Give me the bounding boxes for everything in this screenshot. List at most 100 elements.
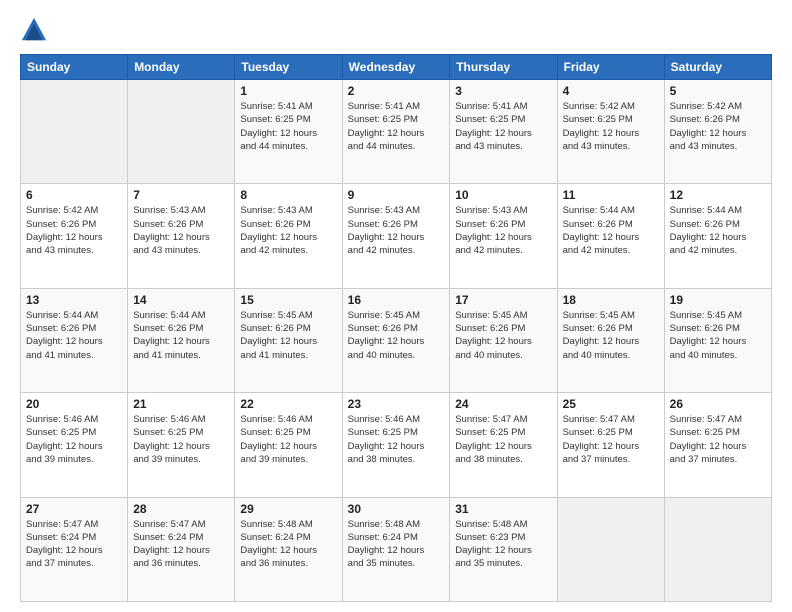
calendar-cell: 22 Sunrise: 5:46 AM Sunset: 6:25 PM Dayli… <box>235 393 342 497</box>
day-number: 18 <box>563 293 659 307</box>
day-number: 16 <box>348 293 445 307</box>
day-number: 20 <box>26 397 122 411</box>
day-info: Sunrise: 5:44 AM Sunset: 6:26 PM Dayligh… <box>670 204 766 257</box>
day-number: 28 <box>133 502 229 516</box>
calendar-cell: 11 Sunrise: 5:44 AM Sunset: 6:26 PM Dayli… <box>557 184 664 288</box>
day-info: Sunrise: 5:44 AM Sunset: 6:26 PM Dayligh… <box>26 309 122 362</box>
weekday-header-row: SundayMondayTuesdayWednesdayThursdayFrid… <box>21 55 772 80</box>
day-info: Sunrise: 5:47 AM Sunset: 6:24 PM Dayligh… <box>133 518 229 571</box>
calendar: SundayMondayTuesdayWednesdayThursdayFrid… <box>20 54 772 602</box>
calendar-cell: 27Sunrise: 5:47 AM Sunset: 6:24 PM Dayli… <box>21 497 128 601</box>
calendar-week-row: 27Sunrise: 5:47 AM Sunset: 6:24 PM Dayli… <box>21 497 772 601</box>
calendar-cell: 19 Sunrise: 5:45 AM Sunset: 6:26 PM Dayli… <box>664 288 771 392</box>
day-number: 25 <box>563 397 659 411</box>
day-number: 5 <box>670 84 766 98</box>
calendar-cell: 6 Sunrise: 5:42 AM Sunset: 6:26 PM Daylig… <box>21 184 128 288</box>
day-number: 15 <box>240 293 336 307</box>
calendar-cell: 23Sunrise: 5:46 AM Sunset: 6:25 PM Dayli… <box>342 393 450 497</box>
day-number: 1 <box>240 84 336 98</box>
day-number: 6 <box>26 188 122 202</box>
calendar-cell: 25 Sunrise: 5:47 AM Sunset: 6:25 PM Dayli… <box>557 393 664 497</box>
calendar-cell: 16Sunrise: 5:45 AM Sunset: 6:26 PM Dayli… <box>342 288 450 392</box>
calendar-cell: 28 Sunrise: 5:47 AM Sunset: 6:24 PM Dayli… <box>128 497 235 601</box>
calendar-cell: 3Sunrise: 5:41 AM Sunset: 6:25 PM Daylig… <box>450 80 557 184</box>
weekday-header-cell: Saturday <box>664 55 771 80</box>
calendar-week-row: 6 Sunrise: 5:42 AM Sunset: 6:26 PM Daylig… <box>21 184 772 288</box>
day-info: Sunrise: 5:43 AM Sunset: 6:26 PM Dayligh… <box>240 204 336 257</box>
day-number: 3 <box>455 84 551 98</box>
weekday-header-cell: Tuesday <box>235 55 342 80</box>
day-info: Sunrise: 5:41 AM Sunset: 6:25 PM Dayligh… <box>348 100 445 153</box>
day-info: Sunrise: 5:48 AM Sunset: 6:24 PM Dayligh… <box>348 518 445 571</box>
day-info: Sunrise: 5:48 AM Sunset: 6:24 PM Dayligh… <box>240 518 336 571</box>
calendar-cell: 8Sunrise: 5:43 AM Sunset: 6:26 PM Daylig… <box>235 184 342 288</box>
day-info: Sunrise: 5:46 AM Sunset: 6:25 PM Dayligh… <box>348 413 445 466</box>
day-number: 22 <box>240 397 336 411</box>
calendar-cell: 10Sunrise: 5:43 AM Sunset: 6:26 PM Dayli… <box>450 184 557 288</box>
day-info: Sunrise: 5:46 AM Sunset: 6:25 PM Dayligh… <box>240 413 336 466</box>
day-number: 30 <box>348 502 445 516</box>
weekday-header-cell: Monday <box>128 55 235 80</box>
calendar-cell: 5Sunrise: 5:42 AM Sunset: 6:26 PM Daylig… <box>664 80 771 184</box>
day-info: Sunrise: 5:43 AM Sunset: 6:26 PM Dayligh… <box>133 204 229 257</box>
calendar-cell: 13 Sunrise: 5:44 AM Sunset: 6:26 PM Dayli… <box>21 288 128 392</box>
day-info: Sunrise: 5:46 AM Sunset: 6:25 PM Dayligh… <box>133 413 229 466</box>
weekday-header-cell: Thursday <box>450 55 557 80</box>
day-info: Sunrise: 5:45 AM Sunset: 6:26 PM Dayligh… <box>455 309 551 362</box>
calendar-cell: 20 Sunrise: 5:46 AM Sunset: 6:25 PM Dayli… <box>21 393 128 497</box>
day-number: 4 <box>563 84 659 98</box>
day-number: 11 <box>563 188 659 202</box>
calendar-cell <box>664 497 771 601</box>
calendar-cell: 12 Sunrise: 5:44 AM Sunset: 6:26 PM Dayli… <box>664 184 771 288</box>
calendar-cell: 21 Sunrise: 5:46 AM Sunset: 6:25 PM Dayli… <box>128 393 235 497</box>
calendar-cell: 24 Sunrise: 5:47 AM Sunset: 6:25 PM Dayli… <box>450 393 557 497</box>
day-number: 13 <box>26 293 122 307</box>
day-info: Sunrise: 5:43 AM Sunset: 6:26 PM Dayligh… <box>455 204 551 257</box>
calendar-cell <box>128 80 235 184</box>
calendar-cell: 4 Sunrise: 5:42 AM Sunset: 6:25 PM Daylig… <box>557 80 664 184</box>
calendar-cell: 30 Sunrise: 5:48 AM Sunset: 6:24 PM Dayli… <box>342 497 450 601</box>
calendar-week-row: 20 Sunrise: 5:46 AM Sunset: 6:25 PM Dayli… <box>21 393 772 497</box>
calendar-cell: 26 Sunrise: 5:47 AM Sunset: 6:25 PM Dayli… <box>664 393 771 497</box>
calendar-week-row: 13 Sunrise: 5:44 AM Sunset: 6:26 PM Dayli… <box>21 288 772 392</box>
page: SundayMondayTuesdayWednesdayThursdayFrid… <box>0 0 792 612</box>
calendar-cell: 18 Sunrise: 5:45 AM Sunset: 6:26 PM Dayli… <box>557 288 664 392</box>
day-number: 2 <box>348 84 445 98</box>
day-number: 26 <box>670 397 766 411</box>
day-number: 12 <box>670 188 766 202</box>
header <box>20 16 772 44</box>
day-number: 24 <box>455 397 551 411</box>
calendar-cell: 7 Sunrise: 5:43 AM Sunset: 6:26 PM Daylig… <box>128 184 235 288</box>
calendar-cell: 9Sunrise: 5:43 AM Sunset: 6:26 PM Daylig… <box>342 184 450 288</box>
day-info: Sunrise: 5:46 AM Sunset: 6:25 PM Dayligh… <box>26 413 122 466</box>
calendar-cell: 2 Sunrise: 5:41 AM Sunset: 6:25 PM Daylig… <box>342 80 450 184</box>
calendar-cell: 17Sunrise: 5:45 AM Sunset: 6:26 PM Dayli… <box>450 288 557 392</box>
day-info: Sunrise: 5:42 AM Sunset: 6:26 PM Dayligh… <box>26 204 122 257</box>
day-number: 21 <box>133 397 229 411</box>
day-info: Sunrise: 5:45 AM Sunset: 6:26 PM Dayligh… <box>670 309 766 362</box>
day-number: 31 <box>455 502 551 516</box>
day-info: Sunrise: 5:47 AM Sunset: 6:25 PM Dayligh… <box>670 413 766 466</box>
calendar-week-row: 1 Sunrise: 5:41 AM Sunset: 6:25 PM Daylig… <box>21 80 772 184</box>
day-info: Sunrise: 5:45 AM Sunset: 6:26 PM Dayligh… <box>563 309 659 362</box>
logo-icon <box>20 16 48 44</box>
day-number: 14 <box>133 293 229 307</box>
calendar-body: 1 Sunrise: 5:41 AM Sunset: 6:25 PM Daylig… <box>21 80 772 602</box>
day-info: Sunrise: 5:42 AM Sunset: 6:25 PM Dayligh… <box>563 100 659 153</box>
calendar-cell <box>557 497 664 601</box>
day-info: Sunrise: 5:47 AM Sunset: 6:24 PM Dayligh… <box>26 518 122 571</box>
logo <box>20 16 52 44</box>
day-info: Sunrise: 5:44 AM Sunset: 6:26 PM Dayligh… <box>133 309 229 362</box>
day-number: 29 <box>240 502 336 516</box>
calendar-cell: 29 Sunrise: 5:48 AM Sunset: 6:24 PM Dayli… <box>235 497 342 601</box>
day-info: Sunrise: 5:48 AM Sunset: 6:23 PM Dayligh… <box>455 518 551 571</box>
calendar-cell: 31 Sunrise: 5:48 AM Sunset: 6:23 PM Dayli… <box>450 497 557 601</box>
day-info: Sunrise: 5:47 AM Sunset: 6:25 PM Dayligh… <box>563 413 659 466</box>
day-info: Sunrise: 5:47 AM Sunset: 6:25 PM Dayligh… <box>455 413 551 466</box>
calendar-cell: 14 Sunrise: 5:44 AM Sunset: 6:26 PM Dayli… <box>128 288 235 392</box>
day-info: Sunrise: 5:44 AM Sunset: 6:26 PM Dayligh… <box>563 204 659 257</box>
day-number: 7 <box>133 188 229 202</box>
day-info: Sunrise: 5:41 AM Sunset: 6:25 PM Dayligh… <box>240 100 336 153</box>
day-number: 9 <box>348 188 445 202</box>
day-number: 19 <box>670 293 766 307</box>
